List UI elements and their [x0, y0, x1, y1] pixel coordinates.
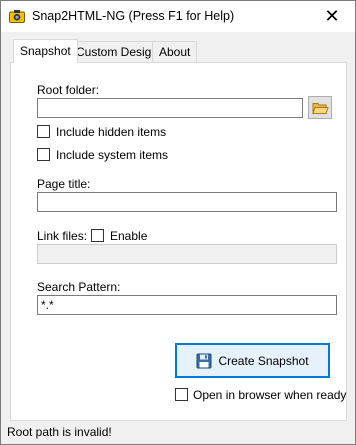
include-system-checkbox[interactable]: [37, 148, 50, 161]
search-pattern-label: Search Pattern:: [37, 280, 121, 294]
create-snapshot-button[interactable]: Create Snapshot: [175, 343, 330, 378]
open-in-browser-checkbox[interactable]: [175, 388, 188, 401]
tab-about[interactable]: About: [152, 41, 198, 62]
tab-snapshot[interactable]: Snapshot: [13, 39, 78, 63]
status-text: Root path is invalid!: [7, 425, 112, 439]
close-button[interactable]: ✕: [309, 1, 355, 31]
title-bar[interactable]: Snap2HTML-NG (Press F1 for Help) ✕: [1, 1, 355, 32]
browse-folder-button[interactable]: [308, 96, 332, 119]
status-bar: Root path is invalid!: [1, 422, 355, 444]
include-system-label: Include system items: [56, 148, 169, 162]
tab-custom-design[interactable]: Custom Design: [69, 41, 166, 62]
create-snapshot-label: Create Snapshot: [218, 353, 309, 368]
link-files-input[interactable]: [37, 244, 337, 264]
page-title-input[interactable]: [37, 192, 337, 212]
link-files-label: Link files:: [37, 229, 88, 243]
root-folder-label: Root folder:: [37, 83, 100, 97]
window-title: Snap2HTML-NG (Press F1 for Help): [32, 9, 235, 23]
close-icon: ✕: [324, 5, 340, 26]
link-files-enable-label: Enable: [110, 229, 148, 243]
folder-open-icon: [311, 102, 329, 114]
tab-label: Custom Design: [76, 45, 159, 59]
app-camera-icon: [9, 10, 25, 23]
open-in-browser-label: Open in browser when ready: [193, 388, 347, 402]
tab-label: Snapshot: [20, 44, 71, 58]
include-hidden-label: Include hidden items: [56, 125, 167, 139]
include-hidden-checkbox[interactable]: [37, 125, 50, 138]
link-files-enable-checkbox[interactable]: [91, 229, 104, 242]
floppy-disk-icon: [196, 353, 212, 368]
app-window: Snap2HTML-NG (Press F1 for Help) ✕ Snaps…: [0, 0, 356, 445]
tab-label: About: [159, 45, 191, 59]
root-folder-input[interactable]: [37, 98, 303, 118]
page-title-label: Page title:: [37, 177, 91, 191]
search-pattern-input[interactable]: [37, 295, 337, 315]
